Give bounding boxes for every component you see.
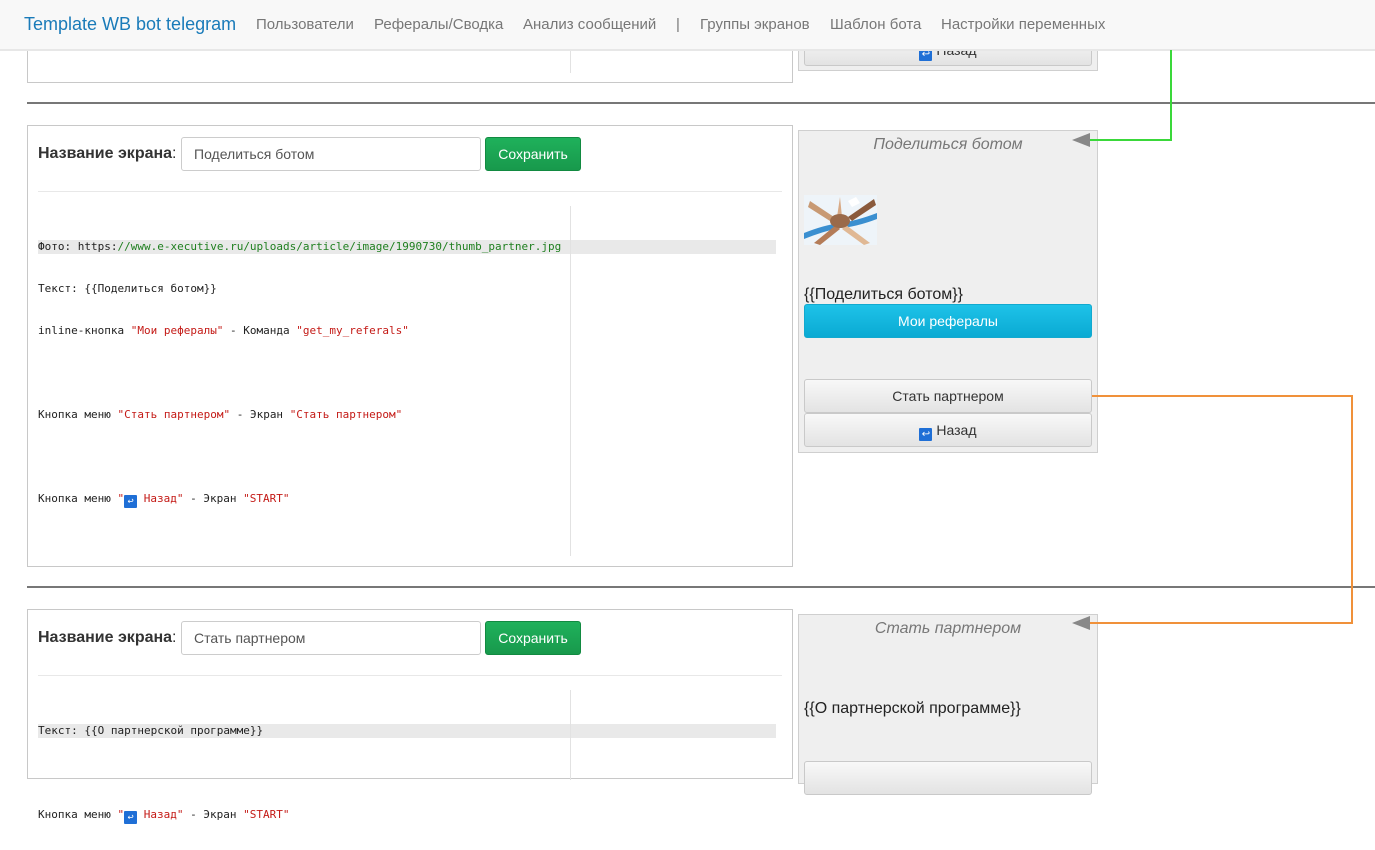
editor-separator <box>38 191 782 192</box>
preview-title: Стать партнером <box>874 620 1022 637</box>
back-arrow-icon: ↩ <box>919 428 933 441</box>
partner-photo <box>804 195 877 245</box>
nav-variables-settings[interactable]: Настройки переменных <box>941 16 1105 33</box>
code-line-text: Текст: {{Поделиться ботом}} <box>38 282 217 295</box>
preview-message-text: {{Поделиться ботом}} <box>804 286 963 303</box>
screen-editor-become-partner: Название экрана: Сохранить Текст: {{О па… <box>27 609 793 824</box>
nav-screen-groups[interactable]: Группы экранов <box>700 16 810 33</box>
back-button-label: Назад <box>936 422 977 438</box>
menu-button-back[interactable] <box>804 761 1092 795</box>
editor-separator <box>38 675 782 676</box>
back-arrow-icon: ↩ <box>124 495 138 508</box>
save-button[interactable]: Сохранить <box>485 137 581 171</box>
nav-message-analysis[interactable]: Анализ сообщений <box>523 16 656 33</box>
screen-preview-become-partner: Стать партнером {{О партнерской программ… <box>798 614 1098 795</box>
code-line-photo: Фото: https://www.e-xecutive.ru/uploads/… <box>38 240 776 254</box>
screen-code-editor[interactable]: Фото: https://www.e-xecutive.ru/uploads/… <box>38 212 776 534</box>
nav-referrals[interactable]: Рефералы/Сводка <box>374 16 503 33</box>
screen-divider <box>27 102 1375 104</box>
top-navbar: Template WB bot telegram Пользователи Ре… <box>0 0 1375 50</box>
brand-link[interactable]: Template WB bot telegram <box>24 14 236 35</box>
code-line-menu-partner: Кнопка меню "Стать партнером" - Экран "С… <box>38 408 403 421</box>
preview-message-text: {{О партнерской программе}} <box>804 700 1021 717</box>
code-line-text: Текст: {{О партнерской программе}} <box>38 724 776 738</box>
menu-button-become-partner[interactable]: Стать партнером <box>804 379 1092 413</box>
code-line-inline-button: inline-кнопка "Мои рефералы" - Команда "… <box>38 324 409 337</box>
screen-divider <box>27 586 1375 588</box>
preview-title: Поделиться ботом <box>873 136 1023 153</box>
editor-gutter-line <box>570 690 571 780</box>
menu-button-back[interactable]: ↩ Назад <box>804 413 1092 447</box>
screen-name-input[interactable] <box>181 621 481 655</box>
inline-button-my-referrals[interactable]: Мои рефералы <box>804 304 1092 338</box>
green-link-arrow <box>1090 50 1172 141</box>
code-line-menu-back: Кнопка меню " ↩ Назад" - Экран "START" <box>38 492 290 508</box>
save-button[interactable]: Сохранить <box>485 621 581 655</box>
hands-together-image <box>804 195 877 245</box>
nav-separator: | <box>676 16 680 33</box>
screen-name-label: Название экрана: <box>38 629 177 646</box>
screen-code-editor[interactable]: Текст: {{О партнерской программе}} Кнопк… <box>38 696 776 850</box>
screen-preview-share-bot: Поделиться ботом {{Поделиться ботом}} Мо… <box>798 130 1098 453</box>
nav-bot-template[interactable]: Шаблон бота <box>830 16 921 33</box>
orange-link-arrow <box>1090 395 1353 624</box>
screen-name-label: Название экрана: <box>38 145 177 162</box>
nav-users[interactable]: Пользователи <box>256 16 354 33</box>
back-arrow-icon: ↩ <box>124 811 138 824</box>
editor-gutter-line <box>570 206 571 556</box>
screen-editor-share-bot: Название экрана: Сохранить Фото: https:/… <box>27 125 793 567</box>
screen-name-input[interactable] <box>181 137 481 171</box>
code-line-menu-back: Кнопка меню " ↩ Назад" - Экран "START" <box>38 808 290 824</box>
